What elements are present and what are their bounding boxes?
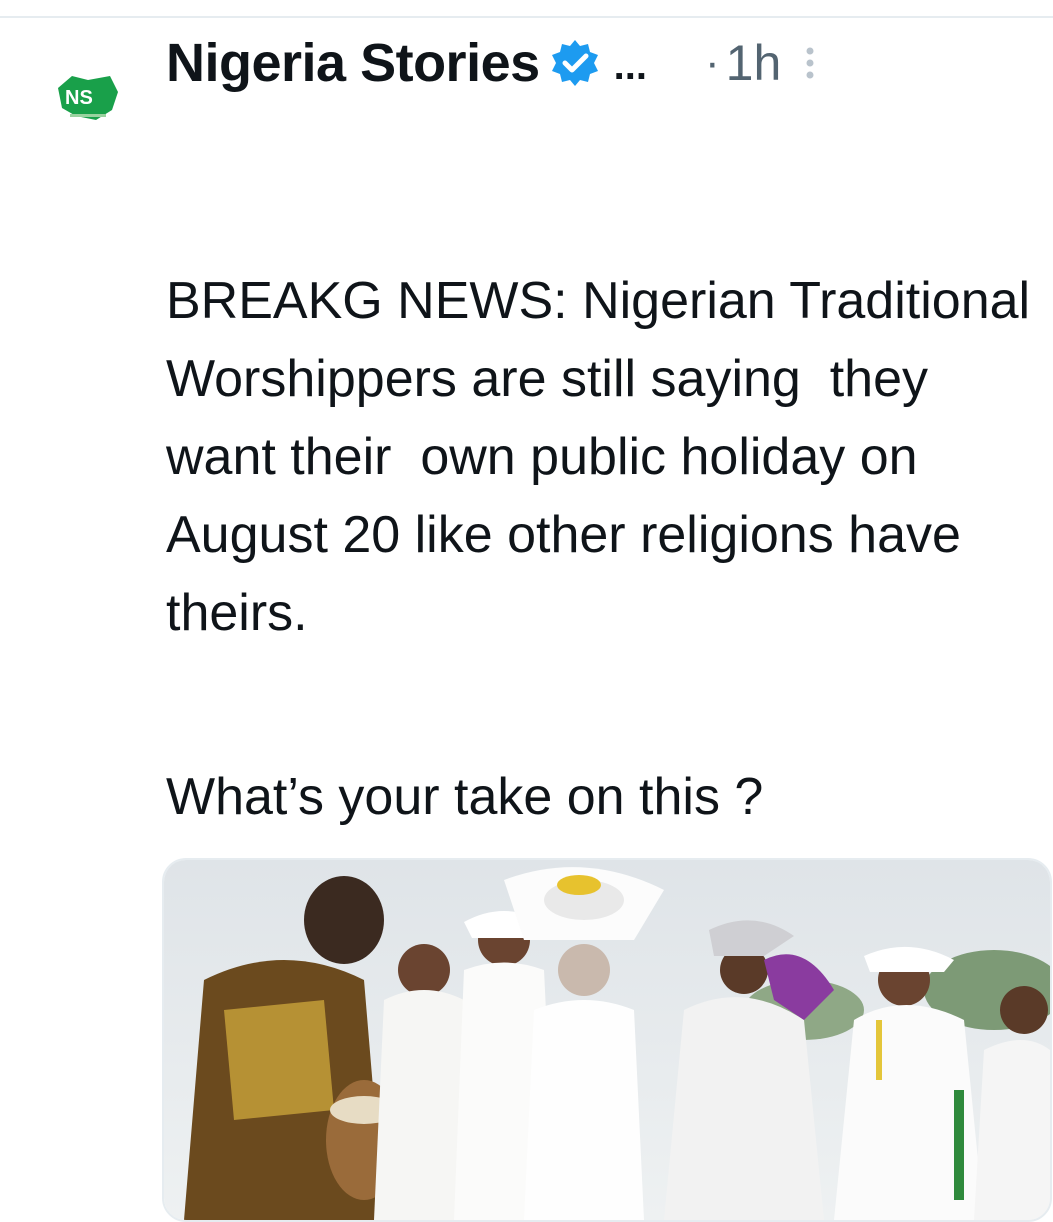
timestamp[interactable]: 1h [726, 34, 782, 92]
top-divider [0, 16, 1053, 18]
avatar[interactable]: NS [52, 70, 124, 130]
tweet-question: What’s your take on this ? [166, 768, 764, 826]
time-separator: · [704, 38, 720, 87]
photo-traditional-worshippers-icon [164, 860, 1050, 1220]
svg-text:NS: NS [65, 87, 93, 109]
author-name[interactable]: Nigeria Stories [166, 32, 540, 94]
verified-badge-icon[interactable] [550, 38, 600, 88]
tweet-text: BREAKG NEWS: Nigerian Traditional Worshi… [166, 106, 1046, 730]
more-options-icon[interactable] [803, 43, 817, 83]
tweet-media-photo[interactable] [162, 858, 1052, 1222]
name-truncation: ... [613, 43, 647, 88]
tweet-body: BREAKG NEWS: Nigerian Traditional Worshi… [166, 272, 1045, 642]
tweet-header: Nigeria Stories ... · 1h [166, 26, 1046, 100]
nigeria-stories-logo-icon: NS [58, 76, 118, 120]
